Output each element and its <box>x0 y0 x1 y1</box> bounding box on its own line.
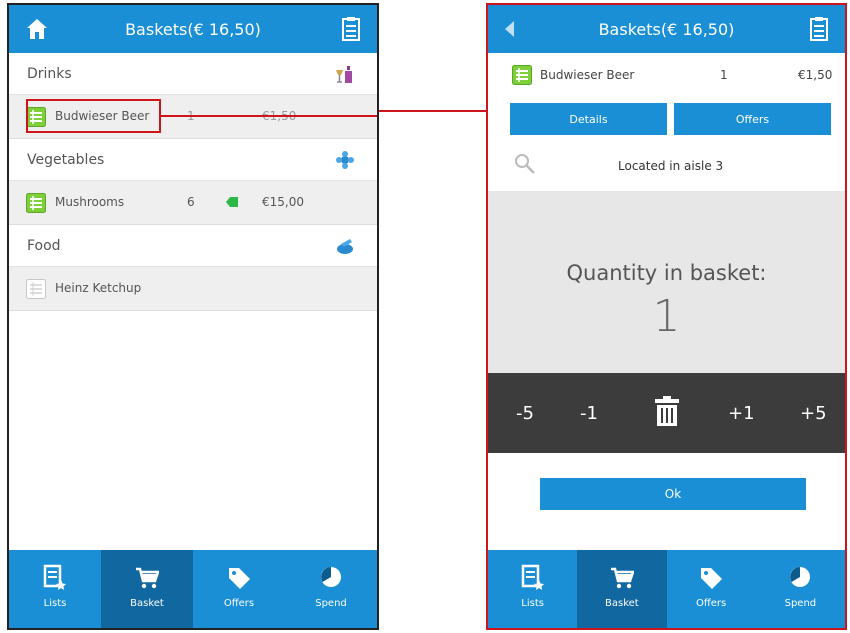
item-grid-icon <box>26 193 46 213</box>
tag-icon <box>701 568 723 589</box>
food-icon <box>337 239 353 254</box>
section-label: Drinks <box>27 65 72 82</box>
product-price: €1,50 <box>798 68 833 82</box>
section-label: Food <box>27 237 61 254</box>
plus-1-button[interactable]: +1 <box>728 403 755 424</box>
pie-chart-icon <box>790 567 811 587</box>
item-name: Heinz Ketchup <box>55 281 142 295</box>
back-arrow-icon[interactable] <box>502 19 518 39</box>
highlight-box <box>26 99 161 133</box>
ok-button[interactable]: Ok <box>540 478 806 510</box>
bottle-glass-icon <box>336 66 352 83</box>
lists-icon <box>521 564 544 590</box>
lists-icon <box>43 564 66 590</box>
list-clipboard-icon[interactable] <box>809 16 829 42</box>
item-detail-screen: Baskets(€ 16,50) Budwieser Beer 1 €1,50 … <box>486 3 847 630</box>
nav-label: Spend <box>784 598 817 609</box>
bottom-nav: Lists Basket Offers Spend <box>9 550 377 628</box>
nav-spend[interactable]: Spend <box>756 550 845 628</box>
item-name: Mushrooms <box>55 195 125 209</box>
search-icon[interactable] <box>514 153 536 175</box>
pie-chart-icon <box>321 567 341 587</box>
list-item-mushrooms[interactable]: Mushrooms 6 €15,00 <box>9 181 377 225</box>
connector-line <box>379 110 486 112</box>
header-title: Baskets(€ 16,50) <box>125 19 261 39</box>
basket-list-screen: Baskets(€ 16,50) Drinks Budwieser Beer V… <box>7 3 379 630</box>
nav-offers[interactable]: Offers <box>667 550 756 628</box>
minus-1-button[interactable]: -1 <box>580 403 598 424</box>
nav-label: Lists <box>43 598 67 609</box>
home-icon[interactable] <box>25 17 49 41</box>
section-vegetables: Vegetables <box>9 139 377 181</box>
aisle-location: Located in aisle 3 <box>618 159 724 173</box>
nav-spend[interactable]: Spend <box>285 550 377 628</box>
item-grid-icon <box>26 279 46 299</box>
nav-basket[interactable]: Basket <box>577 550 667 628</box>
section-label: Vegetables <box>27 151 105 168</box>
product-row: Budwieser Beer 1 €1,50 <box>488 53 845 99</box>
nav-lists[interactable]: Lists <box>9 550 101 628</box>
list-clipboard-icon[interactable] <box>341 16 361 42</box>
quantity-stepper: -5 -1 +1 +5 <box>488 373 845 453</box>
section-drinks: Drinks <box>9 53 377 95</box>
product-qty: 1 <box>720 68 728 82</box>
trash-icon[interactable] <box>654 395 680 427</box>
details-button[interactable]: Details <box>510 103 667 135</box>
nav-label: Lists <box>521 598 544 609</box>
bottom-nav: Lists Basket Offers Spend <box>488 550 845 628</box>
aisle-row: Located in aisle 3 <box>488 145 845 189</box>
vegetable-icon <box>336 151 354 169</box>
offers-button[interactable]: Offers <box>674 103 831 135</box>
nav-offers[interactable]: Offers <box>193 550 285 628</box>
offer-tag-icon <box>226 197 238 207</box>
nav-label: Basket <box>130 598 164 609</box>
nav-label: Spend <box>315 598 347 609</box>
nav-basket[interactable]: Basket <box>101 550 193 628</box>
quantity-panel: Quantity in basket: 1 <box>488 191 845 373</box>
item-price: €15,00 <box>262 195 304 209</box>
tag-icon <box>229 568 250 589</box>
nav-lists[interactable]: Lists <box>488 550 577 628</box>
list-item-heinz-ketchup[interactable]: Heinz Ketchup <box>9 267 377 311</box>
cart-icon <box>610 567 634 589</box>
app-header: Baskets(€ 16,50) <box>9 5 377 53</box>
nav-label: Offers <box>223 598 255 609</box>
item-grid-icon <box>512 65 532 85</box>
connector-line <box>161 115 377 117</box>
section-food: Food <box>9 225 377 267</box>
nav-label: Offers <box>696 598 727 609</box>
minus-5-button[interactable]: -5 <box>516 403 534 424</box>
quantity-value: 1 <box>652 291 681 342</box>
item-qty: 6 <box>187 195 195 209</box>
nav-label: Basket <box>605 598 639 609</box>
quantity-label: Quantity in basket: <box>566 261 767 285</box>
plus-5-button[interactable]: +5 <box>800 403 827 424</box>
header-title: Baskets(€ 16,50) <box>598 19 735 39</box>
cart-icon <box>136 567 159 589</box>
product-name: Budwieser Beer <box>540 68 635 82</box>
app-header: Baskets(€ 16,50) <box>488 5 845 53</box>
